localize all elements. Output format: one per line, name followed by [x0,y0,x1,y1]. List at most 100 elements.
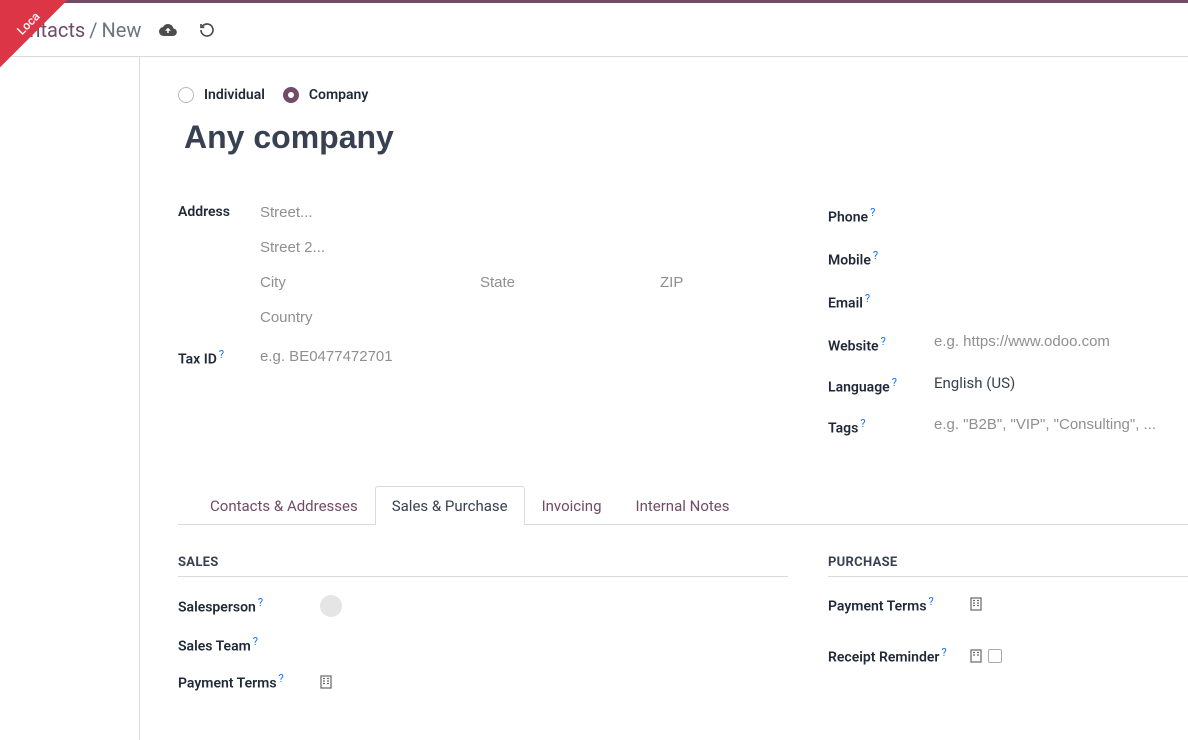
breadcrumb-separator: / [89,18,97,42]
radio-individual-circle [178,87,194,103]
help-tax-id[interactable]: ? [219,348,224,361]
label-tax-id-text: Tax ID [178,352,217,368]
help-salesperson[interactable]: ? [258,596,263,609]
form-col-right: Phone? Mobile? Email? [828,198,1188,453]
section-sales: SALES Salesperson? Sales Team? Payment T… [178,555,788,710]
label-sales-team: Sales Team? [178,635,320,655]
form-col-left: Address Tax ID? [178,198,788,453]
section-sales-title: SALES [178,555,788,577]
email-input[interactable] [934,284,1188,313]
help-sales-team[interactable]: ? [253,635,258,648]
label-mobile: Mobile? [828,243,934,269]
help-tags[interactable]: ? [860,417,865,430]
label-phone-text: Phone [828,209,868,225]
website-input[interactable] [934,327,1188,356]
form-columns: Address Tax ID? [178,198,1188,453]
country-input[interactable] [260,303,788,332]
tab-invoicing[interactable]: Invoicing [525,486,619,525]
label-mobile-text: Mobile [828,252,871,268]
street2-input[interactable] [260,233,788,262]
name-input[interactable] [178,117,778,158]
label-purchase-payment-terms-text: Payment Terms [828,598,927,614]
city-input[interactable] [260,268,460,297]
field-website: Website? [828,327,1188,356]
label-salesperson: Salesperson? [178,596,320,616]
field-address: Address [178,198,788,332]
state-input[interactable] [480,268,640,297]
label-tax-id: Tax ID? [178,342,260,371]
field-email: Email? [828,284,1188,313]
radio-individual-label: Individual [204,87,265,103]
receipt-reminder-controls [970,649,1002,663]
field-language: Language? English (US) [828,370,1188,396]
help-sales-payment-terms[interactable]: ? [279,672,284,685]
label-sales-payment-terms-text: Payment Terms [178,676,277,692]
field-receipt-reminder: Receipt Reminder? [828,646,1188,666]
receipt-reminder-checkbox[interactable] [988,649,1002,663]
radio-company-label: Company [309,87,368,103]
label-language: Language? [828,370,934,396]
tab-contacts-addresses[interactable]: Contacts & Addresses [193,486,375,525]
label-sales-payment-terms: Payment Terms? [178,672,320,692]
section-purchase-title: PURCHASE [828,555,1188,577]
breadcrumb-current: New [102,18,142,42]
breadcrumb: Contacts / New [5,18,141,42]
radio-company[interactable]: Company [283,87,368,103]
label-tags-text: Tags [828,421,858,437]
breadcrumb-bar: Contacts / New [0,3,1188,57]
zip-input[interactable] [660,268,740,297]
tab-content-sales-purchase: SALES Salesperson? Sales Team? Payment T… [178,525,1188,710]
breadcrumb-root[interactable]: Contacts [5,18,85,42]
tax-id-input[interactable] [260,342,788,371]
label-sales-team-text: Sales Team [178,638,251,654]
label-address: Address [178,198,260,332]
label-email: Email? [828,286,934,312]
discard-icon[interactable] [199,22,215,38]
tax-id-value [260,342,788,371]
mobile-input[interactable] [934,241,1188,270]
left-sidebar [0,57,140,740]
help-phone[interactable]: ? [870,206,875,219]
field-sales-team: Sales Team? [178,635,788,655]
field-tax-id: Tax ID? [178,342,788,371]
radio-company-circle [283,87,299,103]
help-website[interactable]: ? [881,335,886,348]
label-language-text: Language [828,380,890,396]
field-phone: Phone? [828,198,1188,227]
breadcrumb-actions [159,22,215,38]
cloud-save-icon[interactable] [159,23,177,37]
label-receipt-reminder-text: Receipt Reminder [828,650,939,666]
tab-internal-notes[interactable]: Internal Notes [619,486,747,525]
tabs: Contacts & Addresses Sales & Purchase In… [178,485,1188,525]
section-purchase: PURCHASE Payment Terms? [828,555,1188,710]
building-icon[interactable] [970,649,982,663]
building-icon[interactable] [320,675,332,689]
salesperson-avatar[interactable] [320,595,342,617]
label-website: Website? [828,329,934,355]
label-salesperson-text: Salesperson [178,599,256,615]
help-mobile[interactable]: ? [873,249,878,262]
label-tags: Tags? [828,411,934,437]
phone-input[interactable] [934,198,1188,227]
form-content: Individual Company Address [140,57,1188,740]
help-language[interactable]: ? [892,376,897,389]
help-email[interactable]: ? [865,292,870,305]
main-area: Individual Company Address [0,57,1188,740]
tags-input[interactable] [934,410,1188,439]
help-receipt-reminder[interactable]: ? [941,646,946,659]
language-value[interactable]: English (US) [934,374,1015,392]
city-state-zip-row [260,268,788,297]
label-phone: Phone? [828,200,934,226]
help-purchase-payment-terms[interactable]: ? [929,595,934,608]
field-purchase-payment-terms: Payment Terms? [828,595,1188,615]
radio-individual[interactable]: Individual [178,87,265,103]
address-inputs [260,198,788,332]
label-purchase-payment-terms: Payment Terms? [828,595,970,615]
field-salesperson: Salesperson? [178,595,788,617]
tab-sales-purchase[interactable]: Sales & Purchase [375,486,525,525]
label-email-text: Email [828,295,863,311]
field-mobile: Mobile? [828,241,1188,270]
label-receipt-reminder: Receipt Reminder? [828,646,970,666]
building-icon[interactable] [970,597,982,611]
street-input[interactable] [260,198,788,227]
